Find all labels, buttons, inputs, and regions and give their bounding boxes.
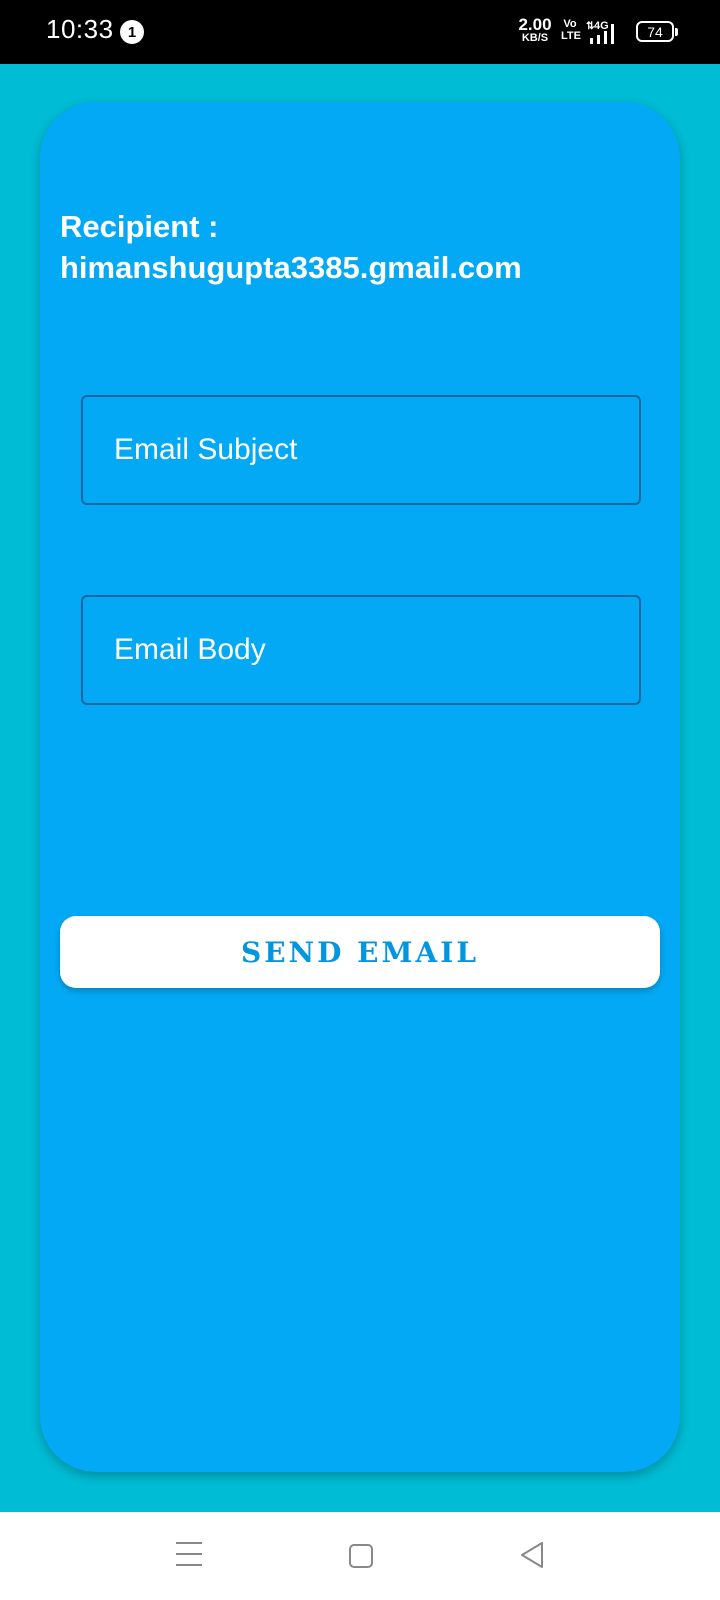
battery-level: 74 — [647, 23, 663, 40]
volte-icon: Vo LTE — [561, 18, 581, 42]
email-body-input[interactable]: Email Body — [81, 595, 641, 705]
email-subject-input[interactable]: Email Subject — [81, 395, 641, 505]
email-form-card: Recipient : himanshugupta3385.gmail.com … — [40, 102, 680, 1472]
network-speed-value: 2.00 — [518, 15, 552, 34]
status-time: 10:33 — [46, 14, 114, 44]
notification-badge: 1 — [120, 20, 144, 44]
email-subject-placeholder: Email Subject — [114, 433, 298, 466]
back-icon[interactable] — [518, 1540, 546, 1570]
recipient-label: Recipient : — [60, 209, 219, 244]
volte-bottom-label: LTE — [561, 29, 581, 42]
menu-icon[interactable] — [176, 1542, 202, 1568]
network-speed: 2.00 KB/S — [515, 16, 555, 44]
send-email-button[interactable]: SEND EMAIL — [60, 916, 660, 988]
network-type-label: 4G — [594, 20, 609, 32]
home-icon[interactable] — [349, 1544, 373, 1568]
email-body-placeholder: Email Body — [114, 633, 266, 666]
volte-top-label: Vo — [563, 18, 577, 30]
battery-icon: 74 — [636, 21, 678, 42]
recipient-text: Recipient : himanshugupta3385.gmail.com — [60, 206, 660, 288]
network-speed-unit: KB/S — [521, 32, 549, 44]
status-bar: 10:33 1 2.00 KB/S Vo LTE ⇅ 4G 74 — [0, 0, 720, 64]
recipient-email: himanshugupta3385.gmail.com — [60, 250, 522, 285]
navigation-bar — [0, 1512, 720, 1600]
signal-4g-icon: ⇅ 4G — [586, 20, 614, 44]
